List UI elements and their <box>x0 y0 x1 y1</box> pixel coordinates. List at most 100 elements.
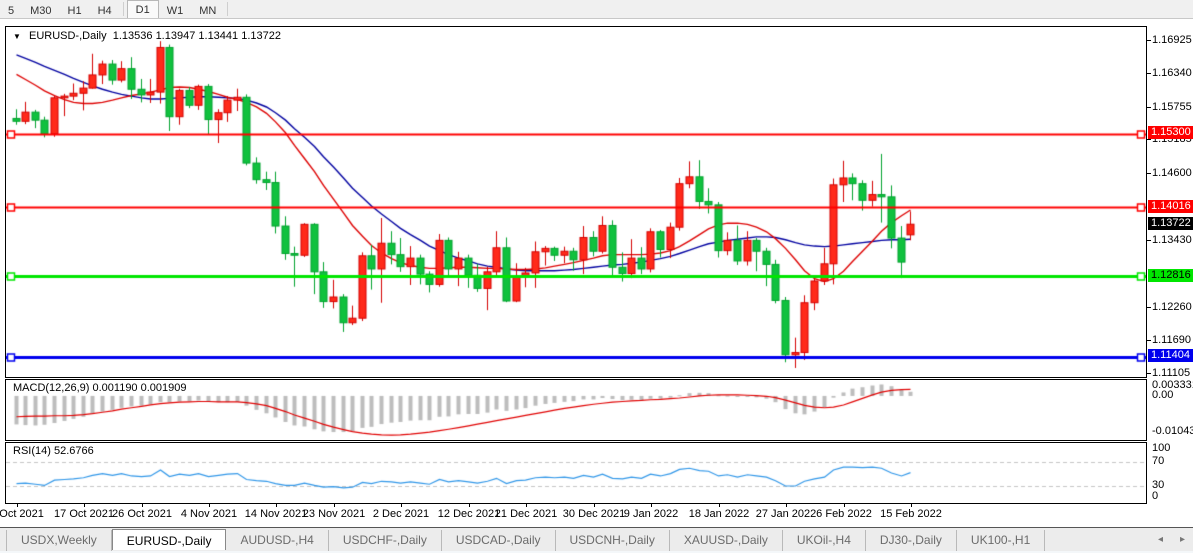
toolbar-separator <box>227 2 228 16</box>
timeframe-button-w1[interactable]: W1 <box>159 0 192 19</box>
price-tick-mark <box>1147 107 1151 108</box>
date-tick-mark <box>526 503 527 507</box>
date-tick-label: 27 Jan 2022 <box>756 508 817 520</box>
date-tick-mark <box>276 503 277 507</box>
price-tick-mark <box>1147 340 1151 341</box>
price-axis[interactable]: 1.169251.163401.157551.151851.146001.134… <box>1147 20 1193 520</box>
price-tick-label: 1.13430 <box>1152 234 1192 246</box>
tab-audusd-h4[interactable]: AUDUSD-,H4 <box>226 530 328 551</box>
ohlc-open: 1.13536 <box>113 30 153 42</box>
tab-scroll-right-icon[interactable]: ▸ <box>1180 534 1185 545</box>
price-chart-panel: ▼ EURUSD-,Daily 1.13536 1.13947 1.13441 … <box>5 26 1147 378</box>
date-tick-mark <box>469 503 470 507</box>
price-tick-mark <box>1147 40 1151 41</box>
chart-symbol-label: EURUSD-,Daily <box>29 30 107 42</box>
date-tick-mark <box>651 503 652 507</box>
rsi-tick-label: 0 <box>1152 490 1158 502</box>
date-tick-mark <box>17 503 18 507</box>
macd-tick-label: 0.00 <box>1152 389 1173 401</box>
tab-dj30-daily[interactable]: DJ30-,Daily <box>866 530 957 551</box>
tab-scroll-left-icon[interactable]: ◂ <box>1158 534 1163 545</box>
price-tick-mark <box>1147 139 1151 140</box>
macd-label: MACD(12,26,9) 0.001190 0.001909 <box>13 382 186 394</box>
macd-tick-label: -0.010439 <box>1152 425 1193 437</box>
terminal-window: 5M30H1H4 D1W1MN ▼ EURUSD-,Daily 1.13536 1… <box>0 0 1193 553</box>
rsi-tick-label: 70 <box>1152 455 1164 467</box>
timeframe-button-h4[interactable]: H4 <box>90 0 120 19</box>
date-tick-mark <box>844 503 845 507</box>
price-tick-label: 1.14600 <box>1152 167 1192 179</box>
price-tick-mark <box>1147 307 1151 308</box>
timeframe-button-mn[interactable]: MN <box>191 0 224 19</box>
date-tick-mark <box>84 503 85 507</box>
date-axis[interactable]: 7 Oct 202117 Oct 202126 Oct 20214 Nov 20… <box>5 503 1147 523</box>
date-tick-label: 6 Feb 2022 <box>816 508 872 520</box>
price-tick-label: 1.11105 <box>1152 367 1190 379</box>
date-tick-label: 7 Oct 2021 <box>0 508 44 520</box>
chart-dropdown-icon[interactable]: ▼ <box>13 32 21 41</box>
ohlc-low: 1.13441 <box>198 30 238 42</box>
date-tick-mark <box>334 503 335 507</box>
tab-eurusd-daily[interactable]: EURUSD-,Daily <box>112 529 227 550</box>
timeframe-toolbar: 5M30H1H4 D1W1MN <box>0 0 1193 19</box>
hline-price-badge: 1.12816 <box>1148 269 1193 282</box>
tab-usdx-weekly[interactable]: USDX,Weekly <box>6 530 112 551</box>
date-tick-label: 17 Oct 2021 <box>54 508 114 520</box>
ohlc-high: 1.13947 <box>156 30 196 42</box>
rsi-label: RSI(14) 52.6766 <box>13 445 94 457</box>
price-tick-label: 1.16340 <box>1152 67 1192 79</box>
hline-price-badge: 1.14016 <box>1148 200 1193 213</box>
tab-usdchf-daily[interactable]: USDCHF-,Daily <box>329 530 442 551</box>
date-tick-label: 18 Jan 2022 <box>689 508 750 520</box>
tab-usdcad-daily[interactable]: USDCAD-,Daily <box>442 530 556 551</box>
symbol-tabbar: USDX,WeeklyEURUSD-,DailyAUDUSD-,H4USDCHF… <box>0 527 1193 553</box>
date-tick-mark <box>209 503 210 507</box>
date-tick-mark <box>594 503 595 507</box>
toolbar-separator <box>123 2 124 16</box>
timeframe-button-h1[interactable]: H1 <box>60 0 90 19</box>
price-tick-label: 1.11690 <box>1152 334 1191 346</box>
macd-values: 0.001190 0.001909 <box>92 382 186 394</box>
tab-ukoil-h4[interactable]: UKOil-,H4 <box>783 530 866 551</box>
date-tick-mark <box>911 503 912 507</box>
date-tick-mark <box>142 503 143 507</box>
price-tick-label: 1.15755 <box>1152 101 1192 113</box>
price-tick-mark <box>1147 73 1151 74</box>
rsi-tick-label: 100 <box>1152 442 1170 454</box>
date-tick-label: 21 Dec 2021 <box>495 508 557 520</box>
tab-usdcnh-daily[interactable]: USDCNH-,Daily <box>556 530 670 551</box>
rsi-canvas[interactable] <box>6 443 1146 503</box>
price-tick-label: 1.16925 <box>1152 34 1192 46</box>
rsi-value: 52.6766 <box>54 445 94 457</box>
hline-price-badge: 1.15300 <box>1148 126 1193 139</box>
timeframe-button-m30[interactable]: M30 <box>22 0 59 19</box>
date-tick-mark <box>719 503 720 507</box>
price-tick-label: 1.12260 <box>1152 301 1192 313</box>
date-tick-label: 23 Nov 2021 <box>303 508 365 520</box>
date-tick-label: 9 Jan 2022 <box>624 508 678 520</box>
date-tick-label: 12 Dec 2021 <box>438 508 500 520</box>
timeframe-button-d1[interactable]: D1 <box>127 0 159 19</box>
price-tick-mark <box>1147 373 1151 374</box>
date-tick-mark <box>401 503 402 507</box>
current-price-badge: 1.13722 <box>1148 217 1193 230</box>
date-tick-label: 2 Dec 2021 <box>373 508 429 520</box>
price-chart-canvas[interactable] <box>6 27 1146 377</box>
tab-xauusd-daily[interactable]: XAUUSD-,Daily <box>670 530 783 551</box>
hline-price-badge: 1.11404 <box>1148 349 1193 362</box>
rsi-panel: RSI(14) 52.6766 <box>5 442 1147 504</box>
timeframe-button-5[interactable]: 5 <box>0 0 22 19</box>
price-tick-mark <box>1147 240 1151 241</box>
date-tick-label: 15 Feb 2022 <box>880 508 942 520</box>
ohlc-close: 1.13722 <box>241 30 281 42</box>
chart-title: ▼ EURUSD-,Daily 1.13536 1.13947 1.13441 … <box>13 30 281 42</box>
macd-panel: MACD(12,26,9) 0.001190 0.001909 <box>5 379 1147 441</box>
price-tick-mark <box>1147 173 1151 174</box>
date-tick-label: 4 Nov 2021 <box>181 508 237 520</box>
date-tick-label: 26 Oct 2021 <box>112 508 172 520</box>
date-tick-label: 14 Nov 2021 <box>245 508 307 520</box>
date-tick-label: 30 Dec 2021 <box>563 508 625 520</box>
date-tick-mark <box>786 503 787 507</box>
symbol-tabs: USDX,WeeklyEURUSD-,DailyAUDUSD-,H4USDCHF… <box>6 530 1045 551</box>
tab-uk100-h1[interactable]: UK100-,H1 <box>957 530 1045 551</box>
